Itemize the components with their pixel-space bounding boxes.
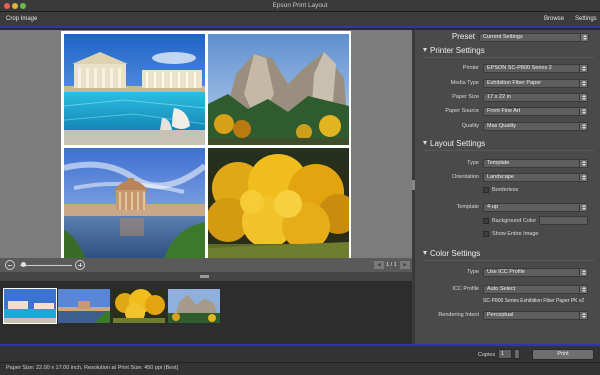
thumbnail-golden-tree[interactable] (113, 289, 165, 323)
show-entire-image-checkbox[interactable] (483, 231, 489, 237)
paper-size-label: Paper Size (452, 94, 479, 100)
zoom-slider-track[interactable] (20, 264, 72, 266)
filmstrip (0, 281, 412, 344)
window-titlebar: Epson Print Layout (0, 0, 600, 12)
icc-profile-select[interactable]: Auto Select (483, 285, 588, 294)
bottom-bar: Copies 1 Print Paper Size: 22.00 x 17.00… (0, 344, 600, 375)
orientation-label: Orientation (452, 174, 479, 180)
select-arrows-icon (579, 80, 587, 87)
photo-granite-peaks[interactable] (208, 34, 349, 145)
select-arrows-icon (579, 65, 587, 72)
icc-profile-label: ICC Profile (452, 286, 479, 292)
crop-image-button[interactable]: Crop Image (6, 16, 37, 22)
window-title: Epson Print Layout (272, 2, 328, 9)
select-arrows-icon (579, 160, 587, 167)
zoom-out-icon[interactable] (5, 260, 15, 270)
page-indicator: 1 / 1 (386, 262, 397, 268)
preset-value: Current Settings (483, 34, 523, 40)
color-settings-header[interactable]: Color Settings (423, 249, 480, 258)
printer-settings-header[interactable]: Printer Settings (423, 46, 485, 55)
select-arrows-icon (579, 269, 587, 276)
select-arrows-icon (579, 123, 587, 130)
icc-profile-info: SC-P800 Series Exhibition Fiber Paper PK… (483, 298, 585, 304)
thumbnail-rotunda-lagoon[interactable] (58, 289, 110, 323)
preset-select[interactable]: Current Settings (479, 33, 589, 42)
background-color-checkbox[interactable] (483, 218, 489, 224)
select-arrows-icon (579, 94, 587, 101)
print-button[interactable]: Print (532, 349, 594, 360)
select-arrows-icon (580, 34, 588, 41)
copies-label: Copies (478, 352, 496, 358)
select-arrows-icon (579, 108, 587, 115)
paper-source-label: Paper Source (445, 108, 479, 114)
settings-sidebar: Preset Current Settings Printer Settings… (415, 30, 600, 344)
media-type-select[interactable]: Exhibition Fiber Paper (483, 79, 588, 88)
layout-settings-header[interactable]: Layout Settings (423, 139, 485, 148)
print-page-preview[interactable] (61, 31, 351, 261)
paper-source-select[interactable]: Front Fine Art (483, 107, 588, 116)
layout-type-select[interactable]: Template (483, 159, 588, 168)
borderless-checkbox[interactable] (483, 187, 489, 193)
disclosure-triangle-icon (423, 48, 427, 52)
photo-golden-tree[interactable] (208, 148, 349, 259)
template-select[interactable]: 4-up (483, 203, 588, 212)
status-divider (0, 362, 600, 363)
color-type-label: Type (467, 269, 479, 275)
rendering-intent-select[interactable]: Perceptual (483, 311, 588, 320)
divider (423, 260, 594, 261)
select-arrows-icon (579, 312, 587, 319)
printer-select[interactable]: EPSON SC-P800 Series 2 (483, 64, 588, 73)
background-color-label: Background Color (492, 218, 537, 224)
paper-size-select[interactable]: 17 x 22 in (483, 93, 588, 102)
photo-pool-colonnade[interactable] (64, 34, 205, 145)
settings-button[interactable]: Settings (575, 16, 597, 22)
select-arrows-icon (579, 174, 587, 181)
horizontal-splitter-grip[interactable] (200, 275, 209, 278)
copies-stepper[interactable] (514, 349, 520, 359)
divider (423, 57, 594, 58)
disclosure-triangle-icon (423, 251, 427, 255)
borderless-label: Borderless (492, 187, 519, 193)
preset-label: Preset (451, 32, 475, 41)
disclosure-triangle-icon (423, 141, 427, 145)
chevron-right-icon[interactable]: ▶ (400, 261, 410, 269)
select-arrows-icon (579, 286, 587, 293)
toolbar: Crop Image Browse Settings (0, 12, 600, 28)
color-type-select[interactable]: Use ICC Profile (483, 268, 588, 277)
printer-label: Printer (462, 65, 479, 71)
zoom-in-icon[interactable] (75, 260, 85, 270)
photo-rotunda-lagoon[interactable] (64, 148, 205, 259)
orientation-select[interactable]: Landscape (483, 173, 588, 182)
quality-label: Quality (461, 123, 479, 129)
zoom-slider-thumb[interactable] (21, 262, 26, 267)
layout-type-label: Type (467, 160, 479, 166)
preview-canvas[interactable] (0, 30, 412, 261)
browse-button[interactable]: Browse (544, 16, 564, 22)
select-arrows-icon (579, 204, 587, 211)
media-type-label: Media Type (450, 80, 479, 86)
zoom-bar: ◀ 1 / 1 ▶ (0, 258, 412, 272)
template-label: Template (456, 204, 479, 210)
divider (423, 150, 594, 151)
thumbnail-granite-peaks[interactable] (168, 289, 220, 323)
chevron-left-icon[interactable]: ◀ (374, 261, 384, 269)
show-entire-image-label: Show Entire Image (492, 231, 539, 237)
thumbnail-pool-colonnade[interactable] (3, 288, 57, 324)
quality-select[interactable]: Max Quality (483, 122, 588, 131)
rendering-intent-label: Rendering Intent (438, 312, 479, 318)
background-color-swatch[interactable] (539, 216, 588, 225)
status-text: Paper Size: 22.00 x 17.00 inch, Resoluti… (6, 365, 179, 371)
copies-input[interactable]: 1 (498, 349, 512, 359)
